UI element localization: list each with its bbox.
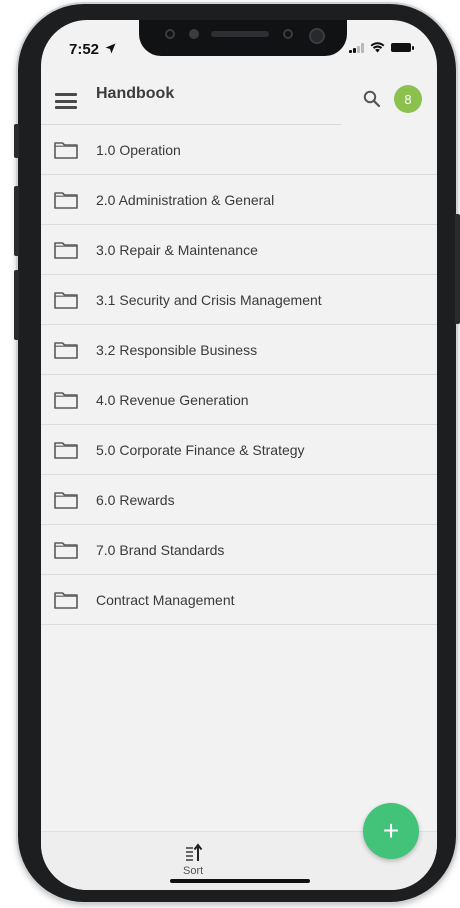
folder-icon	[54, 242, 78, 259]
add-button-label: +	[382, 815, 400, 846]
avatar[interactable]: 8	[394, 85, 422, 113]
phone-frame: 7:52 Handbook 8 1.0 Operation 2.0 Admini…	[14, 4, 460, 902]
folder-item[interactable]: 5.0 Corporate Finance & Strategy	[41, 425, 437, 475]
battery-icon	[391, 43, 414, 52]
folder-item[interactable]: 7.0 Brand Standards	[41, 525, 437, 575]
folder-list: 1.0 Operation 2.0 Administration & Gener…	[41, 125, 437, 625]
mute-switch	[14, 124, 19, 158]
folder-label: 1.0 Operation	[96, 141, 181, 158]
front-camera	[309, 28, 325, 44]
folder-item[interactable]: 3.1 Security and Crisis Management	[41, 275, 437, 325]
folder-label: Contract Management	[96, 591, 235, 608]
folder-icon	[54, 492, 78, 509]
folder-label: 3.0 Repair & Maintenance	[96, 241, 258, 258]
volume-down-button	[14, 270, 19, 340]
status-time: 7:52	[69, 41, 116, 58]
app-bar: Handbook 8	[41, 74, 437, 124]
volume-up-button	[14, 186, 19, 256]
folder-icon	[54, 292, 78, 309]
wifi-icon	[370, 42, 385, 53]
folder-item[interactable]: 4.0 Revenue Generation	[41, 375, 437, 425]
signal-icon	[349, 42, 364, 53]
home-indicator[interactable]	[170, 879, 310, 883]
folder-label: 2.0 Administration & General	[96, 191, 275, 208]
folder-label: 6.0 Rewards	[96, 491, 175, 508]
sensor-dot	[165, 29, 175, 39]
folder-item[interactable]: Contract Management	[41, 575, 437, 625]
sensor-dot	[189, 29, 199, 39]
hamburger-menu-icon[interactable]	[55, 93, 77, 109]
folder-label: 5.0 Corporate Finance & Strategy	[96, 441, 305, 458]
folder-item[interactable]: 6.0 Rewards	[41, 475, 437, 525]
location-arrow-icon	[105, 43, 116, 54]
search-icon[interactable]	[363, 90, 381, 108]
folder-icon	[54, 442, 78, 459]
folder-label: 3.1 Security and Crisis Management	[96, 291, 322, 308]
sort-icon[interactable]	[185, 843, 203, 863]
folder-icon	[54, 192, 78, 209]
sensor-dot	[283, 29, 293, 39]
folder-label: 7.0 Brand Standards	[96, 541, 225, 558]
folder-icon	[54, 342, 78, 359]
page-title: Handbook	[96, 85, 175, 102]
power-button	[455, 214, 460, 324]
speaker-grille	[211, 31, 269, 37]
folder-item[interactable]: 3.2 Responsible Business	[41, 325, 437, 375]
folder-label: 4.0 Revenue Generation	[96, 391, 249, 408]
folder-icon	[54, 392, 78, 409]
screen: 7:52 Handbook 8 1.0 Operation 2.0 Admini…	[41, 20, 437, 890]
folder-item[interactable]: 3.0 Repair & Maintenance	[41, 225, 437, 275]
folder-icon	[54, 542, 78, 559]
folder-item[interactable]: 2.0 Administration & General	[41, 175, 437, 225]
avatar-initial: 8	[404, 91, 412, 107]
add-button[interactable]: +	[363, 803, 419, 859]
folder-item[interactable]: 1.0 Operation	[41, 125, 437, 175]
folder-icon	[54, 592, 78, 609]
folder-icon	[54, 142, 78, 159]
folder-label: 3.2 Responsible Business	[96, 341, 258, 358]
notch	[139, 20, 347, 56]
status-time-text: 7:52	[69, 41, 100, 58]
status-icons	[349, 42, 414, 53]
sort-label[interactable]: Sort	[183, 865, 203, 877]
